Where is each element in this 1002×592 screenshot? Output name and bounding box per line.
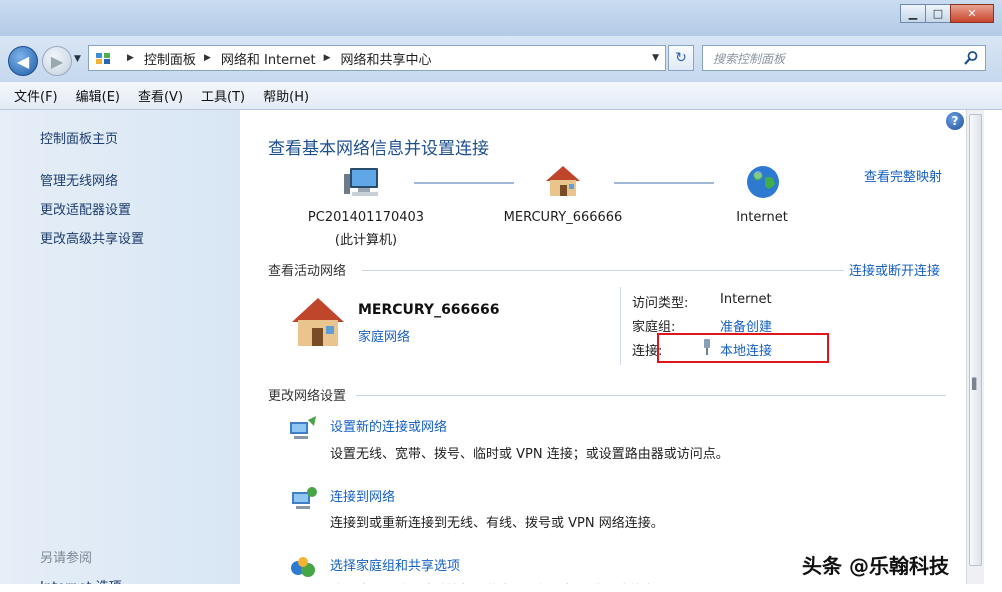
back-button[interactable]: ◀ [8,46,38,76]
sidebar-control-panel-home[interactable]: 控制面板主页 [40,128,118,147]
maximize-button[interactable]: □ [925,4,951,23]
homegroup-icon [288,554,318,584]
node-label: PC201401170403 [307,210,425,225]
access-type-value: Internet [720,292,772,307]
breadcrumb-control-panel[interactable]: 控制面板 [144,49,196,68]
refresh-button[interactable]: ↻ [668,45,694,71]
control-panel-icon [95,50,111,66]
bottom-edge [0,584,1002,592]
active-network-name: MERCURY_666666 [358,302,500,318]
access-type-label: 访问类型: [632,296,689,311]
node-router: MERCURY_666666 [493,210,633,225]
search-input[interactable]: 搜索控制面板 [702,45,986,71]
section-change-settings: 更改网络设置 [268,389,347,404]
task-setup-connection-link[interactable]: 设置新的连接或网络 [330,416,447,435]
forward-button[interactable]: ▶ [42,46,72,76]
close-button[interactable]: ✕ [950,4,994,23]
page-title: 查看基本网络信息并设置连接 [268,139,489,159]
address-dropdown-icon[interactable]: ▼ [652,53,659,63]
arrow-left-icon: ◀ [16,51,30,71]
connect-network-icon [288,484,318,514]
task-homegroup-link[interactable]: 选择家庭组和共享选项 [330,555,460,574]
arrow-right-icon: ▶ [50,51,64,71]
sidebar-manage-wireless[interactable]: 管理无线网络 [40,170,118,189]
section-active-networks: 查看活动网络 [268,264,347,279]
sidebar-change-adapter[interactable]: 更改适配器设置 [40,199,131,218]
task-connect-network-desc: 连接到或重新连接到无线、有线、拨号或 VPN 网络连接。 [330,516,664,531]
menu-edit[interactable]: 编辑(E) [76,86,120,105]
breadcrumb-network-internet[interactable]: 网络和 Internet [221,49,316,68]
address-bar[interactable]: ▶ 控制面板 ▶ 网络和 Internet ▶ 网络和共享中心 ▼ [88,45,666,71]
computer-icon [344,166,382,202]
menu-file[interactable]: 文件(F) [14,86,58,105]
minimize-button[interactable]: ▁ [900,4,926,23]
new-connection-icon [288,414,318,444]
sidebar-see-also: 另请参阅 [40,551,93,566]
scrollbar-grip-icon: ▪ ▪ ▪ [971,375,978,393]
node-internet: Internet [722,210,802,225]
view-full-map-link[interactable]: 查看完整映射 [864,166,942,185]
network-link-line [414,182,514,184]
search-placeholder: 搜索控制面板 [713,51,786,66]
highlight-box [657,333,829,363]
menu-bar: 文件(F) 编辑(E) 查看(V) 工具(T) 帮助(H) [0,82,1002,110]
node-sublabel: (此计算机) [334,233,398,248]
sidebar-advanced-sharing[interactable]: 更改高级共享设置 [40,228,144,247]
home-network-icon [544,164,582,202]
search-icon[interactable] [963,50,979,69]
task-setup-connection-desc: 设置无线、宽带、拨号、临时或 VPN 连接；或设置路由器或访问点。 [330,447,729,462]
vertical-divider [620,287,621,365]
breadcrumb-separator[interactable]: ▶ [324,53,331,63]
window-controls: ▁ □ ✕ [900,4,994,23]
menu-help[interactable]: 帮助(H) [263,86,309,105]
refresh-icon: ↻ [675,50,687,66]
scrollbar-thumb[interactable] [969,114,982,566]
address-row: ◀ ▶ ▼ ▶ 控制面板 ▶ 网络和 Internet ▶ 网络和共享中心 ▼ … [0,36,1002,82]
menu-view[interactable]: 查看(V) [138,86,183,105]
home-network-icon [290,296,346,352]
help-icon[interactable]: ? [946,112,964,130]
globe-icon [745,164,781,204]
network-type-link[interactable]: 家庭网络 [358,326,410,345]
sidebar: 控制面板主页 管理无线网络 更改适配器设置 更改高级共享设置 另请参阅 Inte… [0,110,240,592]
task-connect-network-link[interactable]: 连接到网络 [330,486,395,505]
section-divider [356,395,946,396]
breadcrumb-separator[interactable]: ▶ [127,53,134,63]
title-bar: ▁ □ ✕ [0,0,1002,36]
network-link-line [614,182,714,184]
connect-disconnect-link[interactable]: 连接或断开连接 [849,260,940,279]
node-this-computer: PC201401170403 (此计算机) [296,210,436,248]
watermark: 头条 @乐翰科技 [802,554,949,578]
breadcrumb-separator[interactable]: ▶ [204,53,211,63]
node-label: MERCURY_666666 [503,210,623,225]
node-label: Internet [736,210,788,225]
menu-tools[interactable]: 工具(T) [201,86,245,105]
history-dropdown-icon[interactable]: ▼ [74,54,81,64]
section-divider [362,270,844,271]
breadcrumb-network-sharing-center[interactable]: 网络和共享中心 [341,49,432,68]
vertical-scrollbar[interactable] [966,110,984,584]
